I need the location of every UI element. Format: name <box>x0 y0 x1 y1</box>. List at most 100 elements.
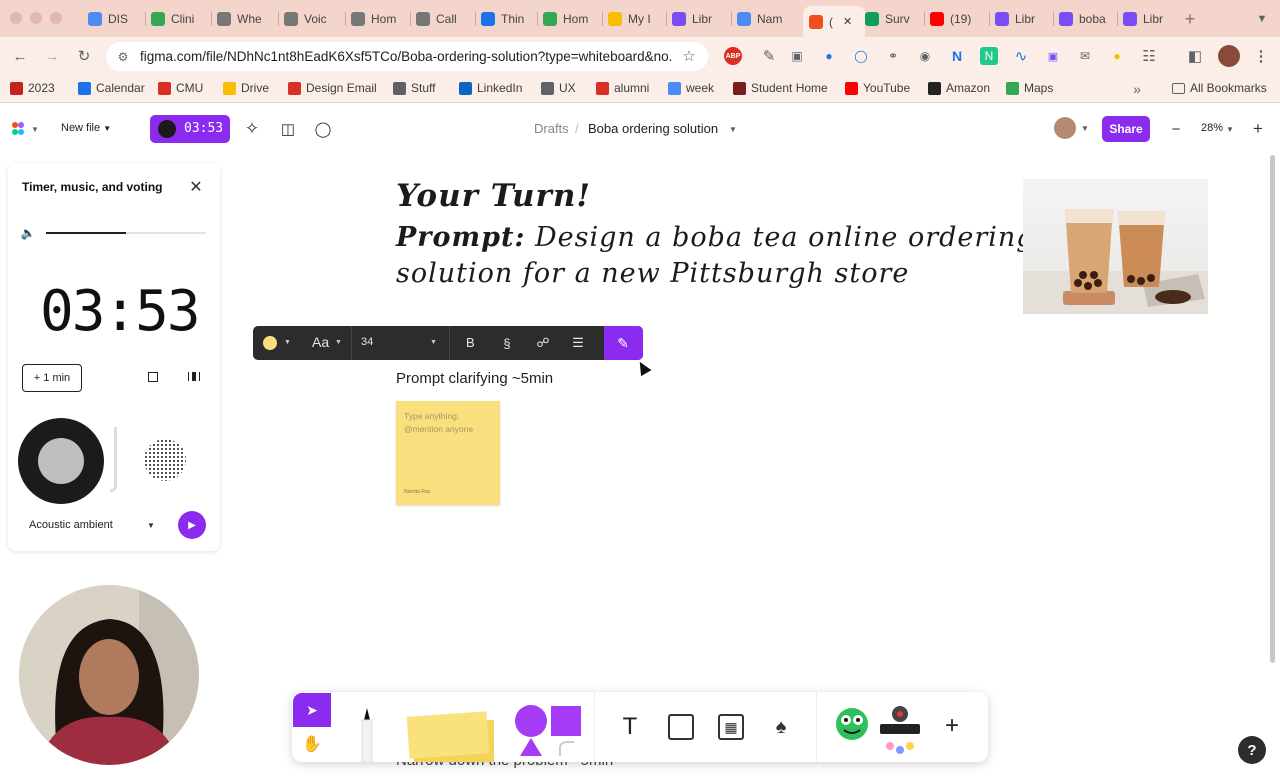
browser-tab[interactable]: (19) <box>930 8 984 30</box>
bookmark-item[interactable]: week <box>668 81 714 95</box>
zoom-level[interactable]: 28% <box>1201 122 1223 134</box>
font-size-select[interactable]: 34 <box>361 336 373 348</box>
browser-tab[interactable]: Call <box>416 8 470 30</box>
close-icon[interactable]: ✕ <box>186 177 206 197</box>
side-panel-icon[interactable]: ◧ <box>1186 47 1204 65</box>
browser-tab[interactable]: Whe <box>217 8 271 30</box>
new-file-menu[interactable]: New file ▼ <box>61 122 111 134</box>
canvas-prompt-line-2[interactable]: solution for a new Pittsburgh store <box>396 258 909 289</box>
font-style-button[interactable]: Aa <box>312 334 329 350</box>
template-layout-icon[interactable]: ◫ <box>278 119 298 139</box>
widgets-creature-icon[interactable] <box>834 702 870 742</box>
pause-icon[interactable] <box>188 372 200 381</box>
timer-badge-button[interactable]: 03:53 <box>150 115 230 143</box>
chevron-down-icon[interactable]: ▼ <box>30 121 40 137</box>
new-tab-button[interactable]: + <box>1180 9 1200 29</box>
browser-tab[interactable]: Surv <box>865 8 919 30</box>
ai-write-button[interactable]: ✎ <box>604 326 643 360</box>
table-tool-icon[interactable]: ▦ <box>718 714 744 740</box>
canvas-heading[interactable]: Your Turn! <box>396 178 591 214</box>
more-bookmarks-icon[interactable]: » <box>1128 80 1146 98</box>
hand-tool-icon[interactable]: ✋ <box>302 734 322 754</box>
address-bar[interactable]: ⚙ figma.com/file/NDhNc1nt8hEadK6Xsf5TCo/… <box>106 42 708 71</box>
notion-extension-icon[interactable]: N <box>948 47 966 65</box>
extension-icon[interactable]: ▣ <box>1044 47 1062 65</box>
stamp-tool-icon[interactable]: ♠ <box>768 714 794 740</box>
extension-icon[interactable]: ⚭ <box>884 47 902 65</box>
zoom-out-icon[interactable]: − <box>1168 119 1184 139</box>
music-track-select[interactable]: Acoustic ambient <box>29 519 113 531</box>
bookmark-item[interactable]: Amazon <box>928 81 990 95</box>
extension-icon[interactable]: ● <box>820 47 838 65</box>
browser-tab[interactable]: Libr <box>672 8 726 30</box>
bookmark-item[interactable]: Design Email <box>288 81 377 95</box>
chevron-down-icon[interactable]: ▼ <box>284 339 291 346</box>
bookmark-item[interactable]: Student Home <box>733 81 828 95</box>
adblock-extension-icon[interactable]: ABP <box>724 47 742 65</box>
figjam-menu-icon[interactable] <box>8 119 28 139</box>
browser-tab[interactable]: Hom <box>351 8 405 30</box>
collaborator-avatar[interactable] <box>1054 117 1076 139</box>
bookmark-item[interactable]: alumni <box>596 81 649 95</box>
jambot-stickers-icon[interactable] <box>878 702 924 758</box>
bookmark-item[interactable]: Calendar <box>78 81 145 95</box>
color-swatch-button[interactable] <box>263 336 277 350</box>
section-tool-icon[interactable] <box>668 714 694 740</box>
bookmark-item[interactable]: Maps <box>1006 81 1053 95</box>
browser-tab[interactable]: Voic <box>284 8 338 30</box>
zoom-in-icon[interactable]: + <box>1250 119 1266 139</box>
browser-tab[interactable]: Hom <box>543 8 597 30</box>
chevron-down-icon[interactable]: ▼ <box>1081 124 1089 133</box>
ai-sparkle-icon[interactable]: ✧ <box>242 119 262 139</box>
profile-avatar[interactable] <box>1218 45 1240 67</box>
play-music-button[interactable]: ▶ <box>178 511 206 539</box>
tab-search-chevron-icon[interactable]: ▼ <box>1252 9 1272 29</box>
help-button[interactable]: ? <box>1238 736 1266 764</box>
chevron-down-icon[interactable]: ▼ <box>1226 125 1234 134</box>
extension-icon[interactable]: ◯ <box>852 47 870 65</box>
bullet-list-icon[interactable]: ☰ <box>570 334 586 352</box>
link-icon[interactable]: ☍ <box>535 334 551 352</box>
minimize-window-button[interactable] <box>30 12 42 24</box>
browser-tab[interactable]: DIS <box>88 8 142 30</box>
add-more-icon[interactable]: + <box>940 712 964 739</box>
close-tab-icon[interactable]: ✕ <box>843 15 852 28</box>
extension-icon[interactable]: ▣ <box>788 47 806 65</box>
strikethrough-icon[interactable]: § <box>499 334 515 352</box>
sticky-note[interactable]: Type anything, @mention anyone Namita Ra… <box>396 401 500 505</box>
extension-icon[interactable]: ✉ <box>1076 47 1094 65</box>
shape-tool-button[interactable] <box>512 704 582 762</box>
reload-icon[interactable]: ↻ <box>74 46 94 66</box>
browser-tab[interactable]: boba <box>1059 8 1113 30</box>
browser-tab[interactable]: My I <box>608 8 662 30</box>
browser-tab[interactable]: (✕ <box>803 6 865 37</box>
video-avatar[interactable] <box>19 585 199 765</box>
extensions-puzzle-icon[interactable]: ☷ <box>1140 47 1158 65</box>
back-icon[interactable]: ← <box>10 46 30 66</box>
chevron-down-icon[interactable]: ▼ <box>430 339 437 346</box>
bold-button[interactable]: B <box>466 335 475 350</box>
file-name[interactable]: Boba ordering solution <box>588 121 718 136</box>
stop-icon[interactable] <box>148 372 158 382</box>
extension-icon[interactable]: ✎ <box>760 47 778 65</box>
breadcrumb-drafts[interactable]: Drafts <box>534 121 569 136</box>
bookmark-item[interactable]: Stuff <box>393 81 435 95</box>
site-info-icon[interactable]: ⚙ <box>114 48 132 66</box>
bookmark-item[interactable]: LinkedIn <box>459 81 522 95</box>
section-label[interactable]: Prompt clarifying ~5min <box>396 370 553 387</box>
chevron-down-icon[interactable]: ▼ <box>147 521 155 530</box>
close-window-button[interactable] <box>10 12 22 24</box>
bookmark-item[interactable]: 2023 <box>10 81 55 95</box>
add-minute-button[interactable]: + 1 min <box>22 364 82 392</box>
bookmark-item[interactable]: Drive <box>223 81 269 95</box>
bookmark-item[interactable]: YouTube <box>845 81 910 95</box>
text-tool-icon[interactable]: T <box>618 712 642 742</box>
forward-icon[interactable]: → <box>42 46 62 66</box>
bookmark-item[interactable]: CMU <box>158 81 203 95</box>
marker-tool-button[interactable] <box>356 706 378 763</box>
browser-tab[interactable]: Nam <box>737 8 791 30</box>
chevron-down-icon[interactable]: ▼ <box>729 125 737 134</box>
select-tool-button[interactable]: ➤ <box>293 693 331 727</box>
comment-icon[interactable]: ◯ <box>313 119 333 139</box>
bookmark-item[interactable]: UX <box>541 81 576 95</box>
